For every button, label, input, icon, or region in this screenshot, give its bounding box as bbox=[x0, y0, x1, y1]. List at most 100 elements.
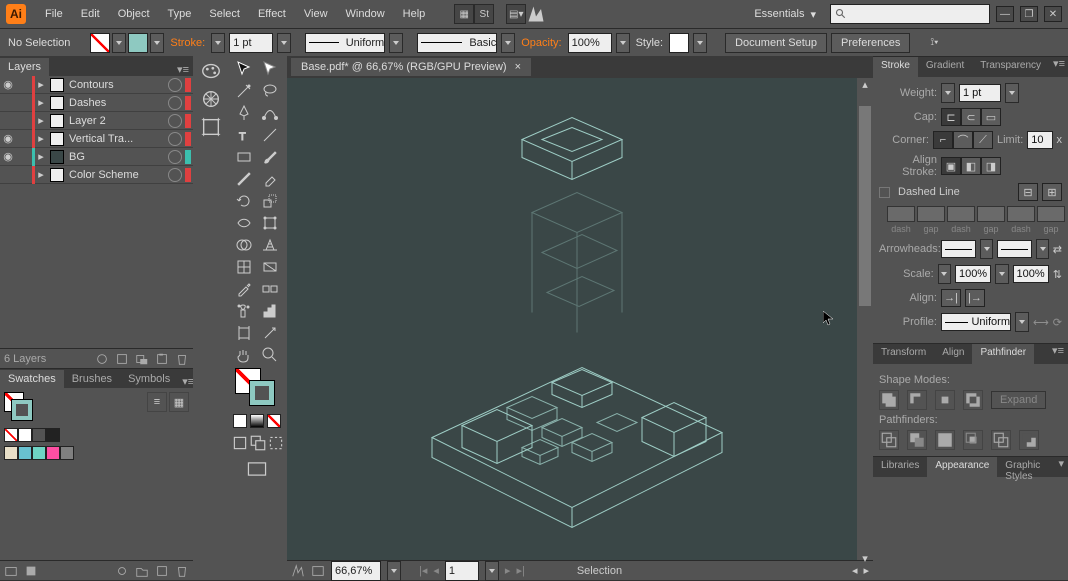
dash-input[interactable] bbox=[887, 206, 915, 222]
brush-select[interactable]: Basic bbox=[417, 33, 497, 53]
profile-dd[interactable] bbox=[1015, 312, 1029, 332]
type-tool[interactable]: T bbox=[231, 124, 257, 146]
layer-name[interactable]: Vertical Tra... bbox=[67, 133, 165, 145]
gpu-icon[interactable] bbox=[526, 4, 546, 24]
panel-menu-icon[interactable]: ▾≡ bbox=[173, 63, 193, 76]
align-inside[interactable]: ◧ bbox=[961, 157, 981, 175]
panel-menu-icon[interactable]: ▾≡ bbox=[1049, 57, 1068, 77]
weight-stepper[interactable] bbox=[941, 83, 955, 103]
swatch[interactable] bbox=[18, 446, 32, 460]
corner-round[interactable]: ⌒ bbox=[953, 131, 973, 149]
delete-layer-icon[interactable] bbox=[175, 352, 189, 366]
gradient-mode[interactable] bbox=[250, 414, 264, 428]
menu-select[interactable]: Select bbox=[200, 0, 249, 28]
swatch[interactable] bbox=[32, 446, 46, 460]
cap-square[interactable]: ▭ bbox=[981, 108, 1001, 126]
locate-layer-icon[interactable] bbox=[95, 352, 109, 366]
direct-selection-tool[interactable] bbox=[257, 58, 283, 80]
delete-swatch-icon[interactable] bbox=[175, 564, 189, 578]
artboard-tool[interactable] bbox=[231, 322, 257, 344]
visibility-toggle[interactable]: ◉ bbox=[0, 78, 16, 91]
intersect-icon[interactable] bbox=[935, 390, 955, 410]
last-artboard-icon[interactable]: ▸| bbox=[516, 564, 524, 577]
menu-window[interactable]: Window bbox=[337, 0, 394, 28]
outline-icon[interactable] bbox=[991, 430, 1011, 450]
profile-dropdown[interactable] bbox=[389, 33, 403, 53]
stroke-profile-select[interactable]: Uniform bbox=[305, 33, 385, 53]
gap-input[interactable] bbox=[977, 206, 1005, 222]
layer-row[interactable]: ▸Layer 2 bbox=[0, 112, 193, 130]
tab-layers[interactable]: Layers bbox=[0, 58, 49, 76]
none-mode[interactable] bbox=[267, 414, 281, 428]
weight-dd[interactable] bbox=[1005, 83, 1019, 103]
flip-along-icon[interactable]: ⟳ bbox=[1053, 316, 1062, 329]
swatch[interactable] bbox=[60, 446, 74, 460]
pen-tool[interactable] bbox=[231, 102, 257, 124]
layer-row[interactable]: ▸Dashes bbox=[0, 94, 193, 112]
make-clip-icon[interactable] bbox=[115, 352, 129, 366]
prev-artboard-icon[interactable]: ◂ bbox=[433, 564, 439, 577]
style-dropdown[interactable] bbox=[693, 33, 707, 53]
gradient-tool[interactable] bbox=[257, 256, 283, 278]
swatch-registration[interactable] bbox=[18, 428, 32, 442]
stroke-weight-input[interactable]: 1 pt bbox=[229, 33, 273, 53]
vertical-scrollbar[interactable]: ▴ ▾ bbox=[857, 78, 873, 560]
fill-stroke-indicator[interactable] bbox=[4, 392, 34, 422]
color-guide-icon[interactable] bbox=[200, 88, 222, 110]
slice-tool[interactable] bbox=[257, 322, 283, 344]
selection-tool[interactable] bbox=[231, 58, 257, 80]
arrow-align-to[interactable]: |→ bbox=[965, 289, 985, 307]
hscroll-right-icon[interactable]: ▸ bbox=[863, 564, 869, 577]
draw-inside[interactable] bbox=[267, 432, 285, 454]
arrow-start[interactable] bbox=[941, 240, 976, 258]
minus-back-icon[interactable] bbox=[1019, 430, 1039, 450]
shaper-tool[interactable] bbox=[231, 168, 257, 190]
tab-transparency[interactable]: Transparency bbox=[972, 57, 1049, 77]
gpu-status-icon[interactable] bbox=[291, 564, 305, 578]
stroke-label[interactable]: Stroke: bbox=[170, 37, 205, 49]
rectangle-tool[interactable] bbox=[231, 146, 257, 168]
tab-brushes[interactable]: Brushes bbox=[64, 370, 120, 388]
stroke-dropdown[interactable] bbox=[150, 33, 164, 53]
artboards-icon[interactable] bbox=[200, 116, 222, 138]
dash-input[interactable] bbox=[947, 206, 975, 222]
tab-libraries[interactable]: Libraries bbox=[873, 457, 927, 477]
menu-edit[interactable]: Edit bbox=[72, 0, 109, 28]
zoom-tool[interactable] bbox=[257, 344, 283, 366]
fill-dropdown[interactable] bbox=[112, 33, 126, 53]
layer-row[interactable]: ◉▸BG bbox=[0, 148, 193, 166]
shape-builder-tool[interactable] bbox=[231, 234, 257, 256]
scale2-stepper[interactable] bbox=[995, 264, 1008, 284]
menu-view[interactable]: View bbox=[295, 0, 337, 28]
hand-tool[interactable] bbox=[231, 344, 257, 366]
dash-align[interactable]: ⊞ bbox=[1042, 183, 1062, 201]
new-group-icon[interactable] bbox=[135, 564, 149, 578]
corner-bevel[interactable]: ⟋ bbox=[973, 131, 993, 149]
maximize-button[interactable]: ❐ bbox=[1020, 6, 1038, 22]
brush-dropdown[interactable] bbox=[501, 33, 515, 53]
flip-across-icon[interactable]: ⟷ bbox=[1033, 316, 1049, 329]
arrow-start-dd[interactable] bbox=[980, 239, 993, 259]
color-panel-icon[interactable] bbox=[200, 60, 222, 82]
layer-row[interactable]: ◉▸Contours bbox=[0, 76, 193, 94]
magic-wand-tool[interactable] bbox=[231, 80, 257, 102]
swatch[interactable] bbox=[32, 428, 46, 442]
gap-input[interactable] bbox=[1037, 206, 1065, 222]
artboard-input[interactable]: 1 bbox=[445, 561, 479, 581]
weight-dropdown[interactable] bbox=[277, 33, 291, 53]
trim-icon[interactable] bbox=[907, 430, 927, 450]
menu-type[interactable]: Type bbox=[159, 0, 201, 28]
dash-preserve[interactable]: ⊟ bbox=[1018, 183, 1038, 201]
swatch-kind-icon[interactable] bbox=[24, 564, 38, 578]
scale2-input[interactable]: 100% bbox=[1013, 265, 1049, 283]
bridge-icon[interactable]: ▦ bbox=[454, 4, 474, 24]
eyedropper-tool[interactable] bbox=[231, 278, 257, 300]
stroke-swatch[interactable] bbox=[128, 33, 148, 53]
align-to-icon[interactable]: ⟟▾ bbox=[924, 33, 944, 53]
tab-transform[interactable]: Transform bbox=[873, 344, 934, 364]
swatch-lib-icon[interactable] bbox=[4, 564, 18, 578]
expand-button[interactable]: Expand bbox=[991, 391, 1046, 409]
gap-input[interactable] bbox=[917, 206, 945, 222]
arrow-end-dd[interactable] bbox=[1036, 239, 1049, 259]
swatch-none[interactable] bbox=[4, 428, 18, 442]
